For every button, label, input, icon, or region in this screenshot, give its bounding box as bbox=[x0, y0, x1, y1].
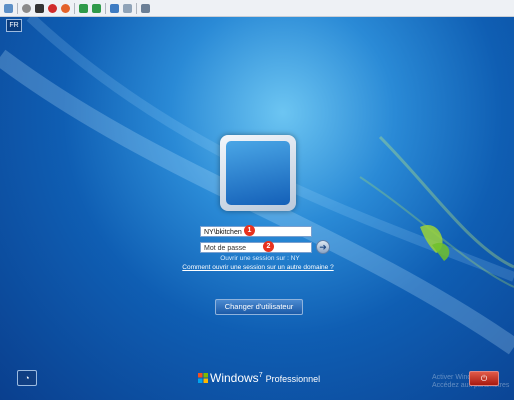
ease-of-access-button[interactable]: ◔ bbox=[17, 370, 37, 386]
toolbar-separator bbox=[17, 2, 18, 14]
vm-toolbar bbox=[0, 0, 514, 17]
ease-of-access-icon: ◔ bbox=[24, 373, 30, 383]
callout-marker-1: 1 bbox=[244, 225, 255, 236]
brand-name: Windows bbox=[210, 371, 259, 385]
arrow-right-icon: ➜ bbox=[319, 242, 327, 252]
stop-icon[interactable] bbox=[22, 3, 31, 13]
pause-icon[interactable] bbox=[79, 3, 88, 13]
language-indicator[interactable]: FR bbox=[6, 19, 22, 32]
password-field[interactable]: Mot de passe bbox=[200, 242, 312, 253]
reset-icon[interactable] bbox=[61, 3, 70, 13]
turn-off-icon[interactable] bbox=[35, 3, 44, 13]
shutdown-button[interactable]: ⏻ bbox=[469, 371, 499, 386]
power-icon: ⏻ bbox=[480, 374, 488, 383]
brand-version: 7 bbox=[258, 372, 263, 379]
revert-icon[interactable] bbox=[123, 3, 132, 13]
enhanced-session-icon[interactable] bbox=[141, 3, 150, 13]
submit-arrow-button[interactable]: ➜ bbox=[316, 240, 330, 254]
user-avatar bbox=[220, 135, 296, 211]
callout-marker-2: 2 bbox=[263, 241, 274, 252]
snapshot-icon[interactable] bbox=[110, 3, 119, 13]
avatar-picture bbox=[226, 141, 290, 205]
windows-logo-icon bbox=[198, 373, 208, 383]
brand-edition: Professionnel bbox=[265, 374, 321, 384]
switch-user-button[interactable]: Changer d'utilisateur bbox=[215, 299, 303, 315]
other-domain-link[interactable]: Comment ouvrir une session sur un autre … bbox=[150, 264, 366, 271]
windows-brand: Windows7 Professionnel bbox=[198, 371, 320, 385]
username-field[interactable]: NY\bkitchen bbox=[200, 226, 312, 237]
logon-screen: FR NY\bkitchen 1 Mot de passe 2 ➜ Ouvrir… bbox=[0, 17, 514, 400]
settings-icon[interactable] bbox=[4, 3, 13, 13]
toolbar-separator bbox=[105, 2, 106, 14]
shutdown-icon[interactable] bbox=[48, 3, 57, 13]
logon-domain-text: Ouvrir une session sur : NY bbox=[220, 255, 300, 262]
toolbar-separator bbox=[74, 2, 75, 14]
play-icon[interactable] bbox=[92, 3, 101, 13]
toolbar-separator bbox=[136, 2, 137, 14]
